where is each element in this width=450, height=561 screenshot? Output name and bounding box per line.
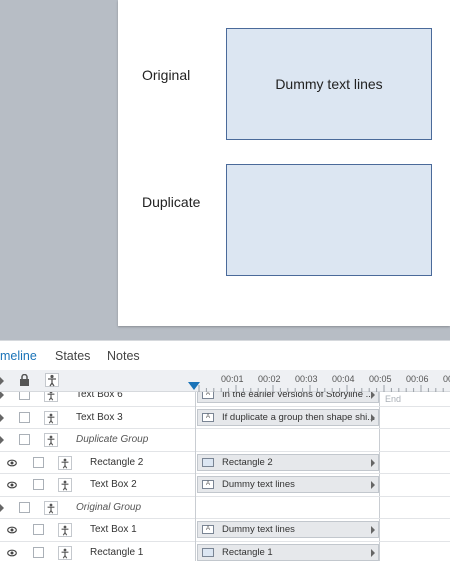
expand-caret-icon[interactable] <box>0 436 4 444</box>
panel-tabs: meline States Notes <box>0 340 450 370</box>
person-icon[interactable] <box>44 392 58 402</box>
bar-expand-caret-icon[interactable] <box>371 526 375 534</box>
bar-label: If duplicate a group then shape shi... <box>222 411 376 423</box>
track-divider <box>195 392 196 561</box>
ruler-header-controls <box>0 370 195 391</box>
person-icon[interactable] <box>44 500 58 515</box>
object-timeline-bar[interactable]: A In the earlier versions of Storyline ..… <box>197 392 379 403</box>
lock-checkbox[interactable] <box>33 546 44 558</box>
bar-label: Dummy text lines <box>222 479 295 490</box>
person-icon[interactable] <box>45 373 59 387</box>
bar-label: Rectangle 1 <box>222 546 273 558</box>
timeline-row[interactable]: Text Box 3 A If duplicate a group then sha… <box>0 407 450 429</box>
visibility-checkbox[interactable] <box>19 411 30 423</box>
playhead-marker[interactable] <box>188 382 200 390</box>
person-icon[interactable] <box>58 478 72 492</box>
bar-expand-caret-icon[interactable] <box>371 481 375 489</box>
rectangle-icon <box>202 457 214 467</box>
expand-caret-icon[interactable] <box>0 377 4 385</box>
tick-label: 00:01 <box>221 374 244 384</box>
visibility-checkbox[interactable] <box>19 434 30 445</box>
text-box-icon: A <box>202 525 214 534</box>
lock-checkbox[interactable] <box>33 524 44 535</box>
original-shape-text: Dummy text lines <box>275 76 383 92</box>
timeline-row[interactable]: Rectangle 2 Rectangle 2 <box>0 452 450 474</box>
visibility-checkbox[interactable] <box>19 392 30 400</box>
bar-expand-caret-icon[interactable] <box>371 392 375 399</box>
row-name[interactable]: Text Box 2 <box>90 479 137 490</box>
object-timeline-bar[interactable]: A Dummy text lines <box>197 476 379 493</box>
timeline-row[interactable]: Duplicate Group <box>0 429 450 452</box>
eye-icon[interactable] <box>7 548 17 558</box>
rectangle-icon <box>202 547 214 557</box>
tab-timeline[interactable]: meline <box>0 349 37 363</box>
object-timeline-bar[interactable]: A If duplicate a group then shape shi... <box>197 408 379 426</box>
bar-expand-caret-icon[interactable] <box>371 458 375 467</box>
expand-caret-icon[interactable] <box>0 392 4 399</box>
text-box-icon: A <box>202 412 214 422</box>
row-name[interactable]: Original Group <box>76 502 141 513</box>
timeline-rows: Text Box 6 A In the earlier versions of St… <box>0 392 450 561</box>
row-name[interactable]: Rectangle 1 <box>90 547 143 558</box>
person-icon[interactable] <box>58 523 72 537</box>
bar-expand-caret-icon[interactable] <box>371 413 375 422</box>
timeline-row[interactable]: Text Box 1 A Dummy text lines <box>0 519 450 542</box>
eye-icon[interactable] <box>7 525 17 535</box>
expand-caret-icon[interactable] <box>0 503 4 512</box>
object-timeline-bar[interactable]: Rectangle 1 <box>197 543 379 561</box>
tick-label: 00:03 <box>295 374 318 384</box>
rectangle-original[interactable]: Dummy text lines <box>226 28 432 140</box>
tick-label: 00:02 <box>258 374 281 384</box>
timeline-row[interactable]: Text Box 6 A In the earlier versions of St… <box>0 392 450 407</box>
lock-icon[interactable] <box>19 374 30 386</box>
person-icon[interactable] <box>44 433 58 447</box>
eye-icon[interactable] <box>7 480 17 490</box>
expand-caret-icon[interactable] <box>0 413 4 422</box>
stage-area: Original Dummy text lines Duplicate <box>0 0 450 340</box>
row-name[interactable]: Text Box 6 <box>76 392 123 400</box>
row-name[interactable]: Text Box 1 <box>90 524 137 535</box>
slide-canvas[interactable]: Original Dummy text lines Duplicate <box>118 0 450 326</box>
timeline-row[interactable]: Text Box 2 A Dummy text lines <box>0 474 450 497</box>
tick-label: 00 <box>443 374 450 384</box>
row-name[interactable]: Rectangle 2 <box>90 457 143 468</box>
tick-label: 00:06 <box>406 374 429 384</box>
tab-notes[interactable]: Notes <box>107 349 140 363</box>
tab-states[interactable]: States <box>55 349 90 363</box>
object-timeline-bar[interactable]: A Dummy text lines <box>197 521 379 538</box>
bar-label: Rectangle 2 <box>222 456 273 468</box>
tick-label: 00:04 <box>332 374 355 384</box>
person-icon[interactable] <box>58 545 72 560</box>
lock-checkbox[interactable] <box>33 479 44 490</box>
visibility-checkbox[interactable] <box>19 501 30 513</box>
label-duplicate[interactable]: Duplicate <box>142 194 200 210</box>
lock-checkbox[interactable] <box>33 456 44 468</box>
object-timeline-bar[interactable]: Rectangle 2 <box>197 453 379 471</box>
bar-label: Dummy text lines <box>222 524 295 535</box>
rectangle-duplicate[interactable] <box>226 164 432 276</box>
row-name[interactable]: Text Box 3 <box>76 412 123 423</box>
timeline-ruler[interactable]: 00:01 00:02 00:03 00:04 00:05 00:06 00 <box>0 370 450 392</box>
label-original[interactable]: Original <box>142 67 190 83</box>
timeline-row[interactable]: Rectangle 1 Rectangle 1 <box>0 542 450 561</box>
text-box-icon: A <box>202 392 214 399</box>
timeline-row[interactable]: Original Group <box>0 497 450 519</box>
eye-icon[interactable] <box>7 458 17 468</box>
tick-label: 00:05 <box>369 374 392 384</box>
person-icon[interactable] <box>58 455 72 470</box>
ruler-ticks <box>198 385 444 392</box>
person-icon[interactable] <box>44 410 58 425</box>
bar-label: In the earlier versions of Storyline ... <box>222 392 374 400</box>
bar-expand-caret-icon[interactable] <box>371 548 375 557</box>
text-box-icon: A <box>202 480 214 489</box>
row-name[interactable]: Duplicate Group <box>76 434 148 445</box>
